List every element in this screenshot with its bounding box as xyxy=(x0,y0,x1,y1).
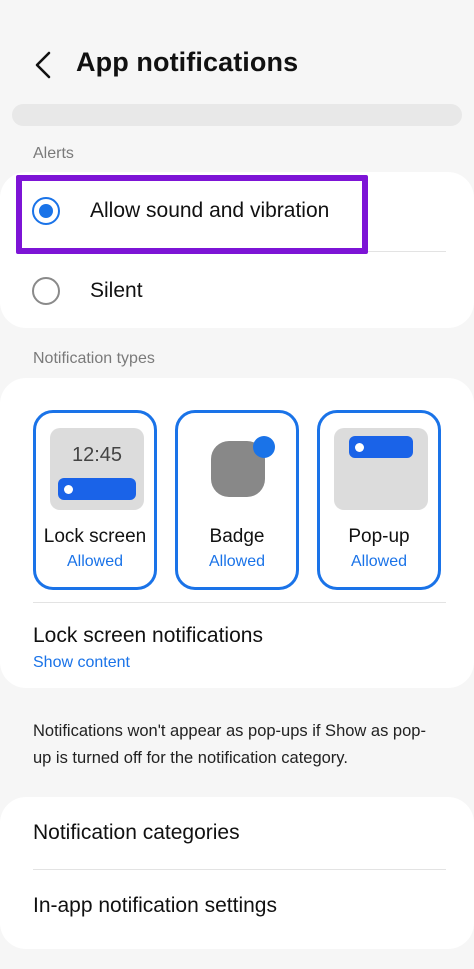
info-text: Notifications won't appear as pop-ups if… xyxy=(33,722,426,767)
tile-status: Allowed xyxy=(350,553,408,570)
chevron-left-icon xyxy=(35,51,51,79)
tile-status: Allowed xyxy=(208,553,266,570)
back-button[interactable] xyxy=(26,48,60,82)
alert-option-silent[interactable]: Silent xyxy=(0,252,474,330)
notification-bar-icon xyxy=(349,436,413,458)
tile-status: Allowed xyxy=(66,553,124,570)
lock-screen-preview-icon: 12:45 xyxy=(50,428,144,510)
list-item-value: Show content xyxy=(33,654,130,671)
pop-up-preview-icon xyxy=(334,428,428,510)
list-item-title: Lock screen notifications xyxy=(33,624,263,647)
alert-option-label: Allow sound and vibration xyxy=(90,199,330,222)
list-item-title: Notification categories xyxy=(33,821,240,844)
list-item-in-app-notification-settings[interactable]: In-app notification settings xyxy=(0,870,474,942)
list-item-notification-categories[interactable]: Notification categories xyxy=(0,797,474,869)
tile-name: Lock screen xyxy=(43,526,147,547)
divider xyxy=(33,602,446,603)
tile-pop-up[interactable]: Pop-up Allowed xyxy=(317,410,441,590)
list-item-title: In-app notification settings xyxy=(33,894,277,917)
alert-option-sound-vibration[interactable]: Allow sound and vibration xyxy=(0,172,474,250)
notification-types-section-label: Notification types xyxy=(33,350,155,367)
notification-bar-icon xyxy=(58,478,136,500)
lock-screen-notifications-item[interactable]: Lock screen notifications Show content xyxy=(0,610,474,680)
badge-dot-icon xyxy=(253,436,275,458)
alert-option-label: Silent xyxy=(90,279,143,302)
alerts-card: Allow sound and vibration Silent xyxy=(0,172,474,328)
settings-list-card: Notification categories In-app notificat… xyxy=(0,797,474,949)
alerts-section-label: Alerts xyxy=(33,145,74,162)
tile-name: Badge xyxy=(209,526,265,547)
tile-lock-screen[interactable]: 12:45 Lock screen Allowed xyxy=(33,410,157,590)
top-app-bar: App notifications xyxy=(0,0,474,110)
radio-selected-icon xyxy=(32,197,60,225)
tile-name: Pop-up xyxy=(348,526,410,547)
page-title: App notifications xyxy=(76,47,299,77)
lock-screen-preview-time: 12:45 xyxy=(71,444,123,466)
collapsed-header-bar xyxy=(12,104,462,126)
tile-badge[interactable]: Badge Allowed xyxy=(175,410,299,590)
radio-unselected-icon xyxy=(32,277,60,305)
